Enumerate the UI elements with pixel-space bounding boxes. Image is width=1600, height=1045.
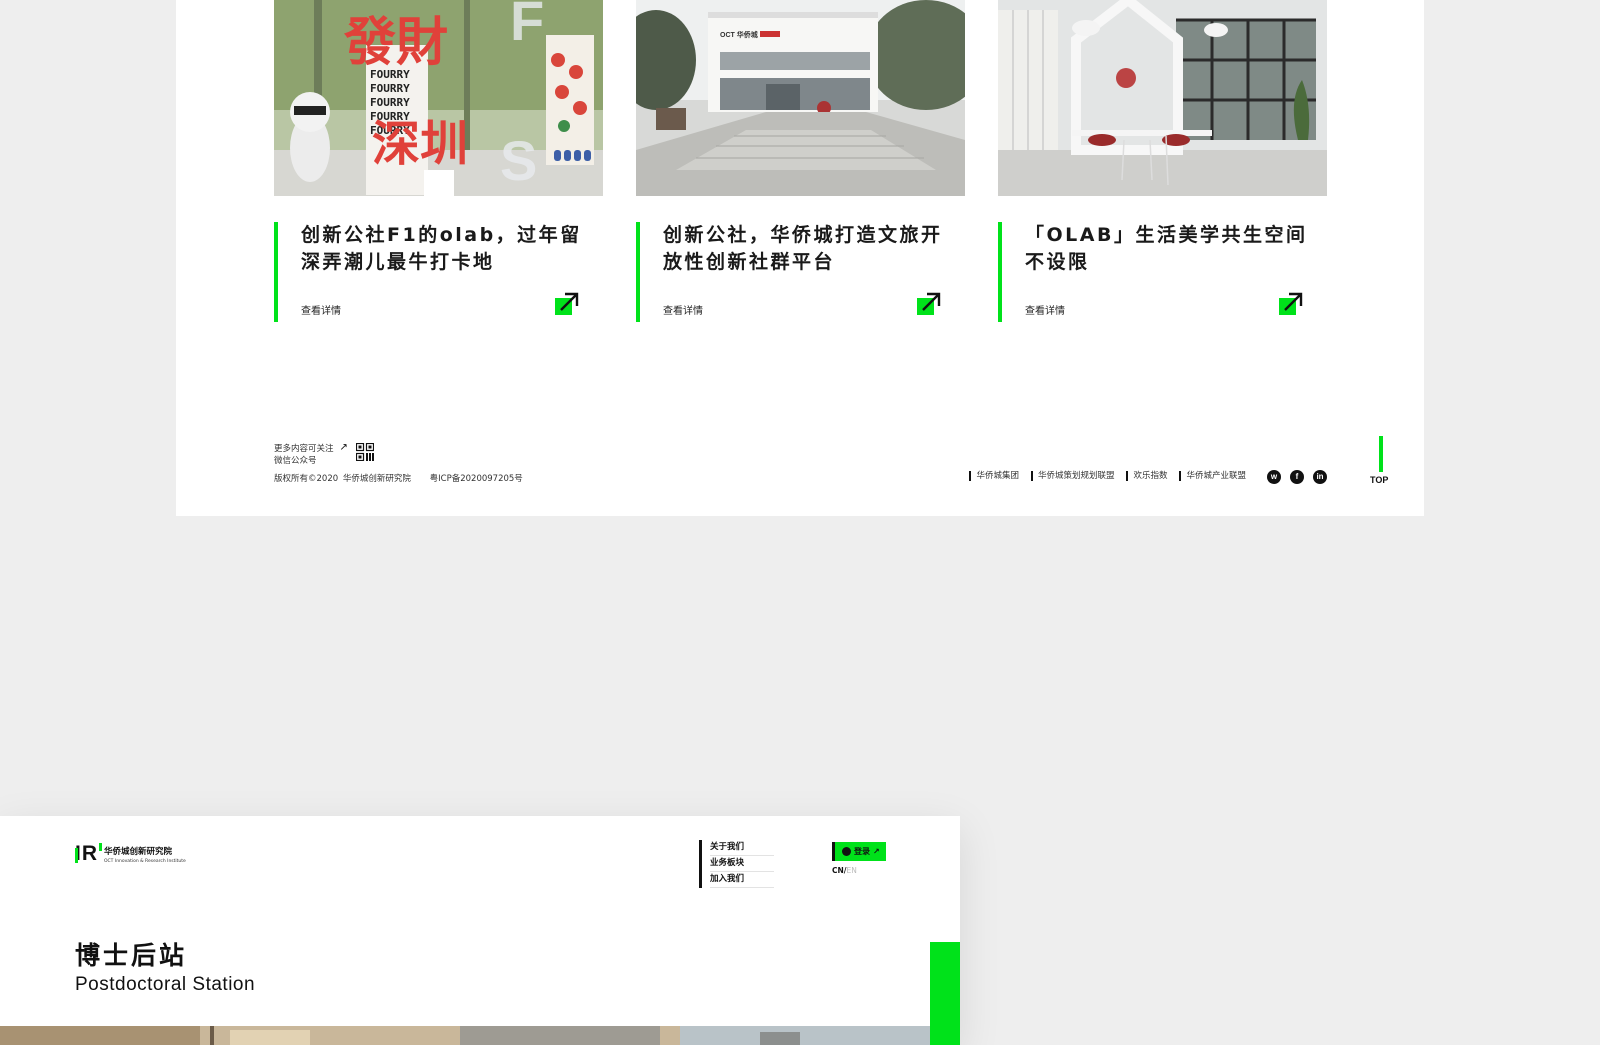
svg-text:S: S [500, 129, 537, 192]
news-section-card: 發財 FOURRY FOURRY FOURRY FOURRY FOURRY 深圳 F … [176, 0, 1424, 516]
icp-number[interactable]: 粤ICP备2020097205号 [430, 474, 523, 484]
logo-accent-tick [99, 843, 102, 851]
lang-cn[interactable]: CN [832, 866, 844, 875]
arrow-up-right-icon: ↗ [873, 847, 880, 856]
article-arrow-button[interactable] [555, 291, 581, 315]
linkedin-icon[interactable]: in [1313, 470, 1327, 484]
article-image-2[interactable]: OCT 华侨城 [636, 0, 965, 196]
arrow-up-right-icon [560, 292, 579, 311]
article-card-2[interactable]: OCT 华侨城 创新公社，华侨城打造文旅开放性创新社群平台 查看详情 [636, 0, 965, 322]
article-title[interactable]: 创新公社，华侨城打造文旅开放性创新社群平台 [663, 222, 965, 276]
svg-text:F: F [510, 0, 544, 52]
page-title: 博士后站 [75, 941, 188, 970]
lang-en[interactable]: EN [847, 866, 857, 875]
article-body-3: 「OLAB」生活美学共生空间不设限 查看详情 [998, 222, 1327, 322]
logo-name-en: OCT Innovation & Research Institute [104, 858, 186, 864]
article-arrow-button[interactable] [917, 291, 943, 315]
svg-text:發財: 發財 [343, 12, 448, 73]
copyright-line: 版权所有©2020 华侨城创新研究院 粤ICP备2020097205号 [274, 472, 523, 484]
svg-text:FOURRY: FOURRY [370, 68, 410, 81]
accent-block [930, 942, 960, 1045]
arrow-up-right-icon: ↗ [339, 442, 348, 453]
wechat-follow[interactable]: 更多内容可关注 微信公众号 ↗ [274, 442, 523, 467]
top-label: TOP [1370, 475, 1389, 485]
nav-join-us[interactable]: 加入我们 [710, 872, 774, 888]
logo-name-cn: 华侨城创新研究院 [104, 846, 173, 857]
login-button[interactable]: 登录 ↗ [832, 842, 886, 861]
footer-link-oct-group[interactable]: 华侨城集团 [969, 471, 1019, 481]
logo-mark: IR [75, 842, 102, 866]
footer-link-industry-alliance[interactable]: 华侨城产业联盟 [1179, 471, 1246, 481]
footer-link-happiness-index[interactable]: 欢乐指数 [1126, 471, 1167, 481]
svg-text:OCT 华侨城: OCT 华侨城 [720, 30, 758, 39]
follow-line-1: 更多内容可关注 [274, 444, 334, 454]
arrow-up-right-icon [922, 292, 941, 311]
page-subtitle: Postdoctoral Station [75, 974, 256, 995]
svg-text:FOURRY: FOURRY [370, 96, 410, 109]
language-switch: CN/EN [832, 866, 857, 875]
article-title[interactable]: 创新公社F1的olab，过年留深弄潮儿最牛打卡地 [301, 222, 603, 276]
view-details-link[interactable]: 查看详情 [1025, 302, 1065, 317]
nav-business[interactable]: 业务板块 [710, 856, 774, 872]
footer-links: 华侨城集团 华侨城策划规划联盟 欢乐指数 华侨城产业联盟 [969, 471, 1246, 481]
hero-image [0, 1026, 930, 1045]
view-details-link[interactable]: 查看详情 [663, 302, 703, 317]
logo-letters: IR [75, 842, 98, 865]
social-links: w f in [1267, 470, 1327, 484]
logo-accent-bar [75, 848, 78, 863]
article-image-1[interactable]: 發財 FOURRY FOURRY FOURRY FOURRY FOURRY 深圳 F … [274, 0, 603, 196]
nav-about-us[interactable]: 关于我们 [710, 840, 774, 856]
article-body-2: 创新公社，华侨城打造文旅开放性创新社群平台 查看详情 [636, 222, 965, 322]
weibo-icon[interactable]: w [1267, 470, 1281, 484]
svg-text:FOURRY: FOURRY [370, 82, 410, 95]
copyright-text: 版权所有©2020 华侨城创新研究院 [274, 474, 411, 484]
view-details-link[interactable]: 查看详情 [301, 302, 341, 317]
logo-text: 华侨城创新研究院 OCT Innovation & Research Insti… [104, 845, 186, 864]
svg-text:深圳: 深圳 [372, 116, 468, 172]
follow-line-2: 微信公众号 [274, 456, 317, 466]
qr-code-icon[interactable] [355, 443, 374, 461]
article-image-3[interactable] [998, 0, 1327, 196]
follow-text: 更多内容可关注 微信公众号 [274, 443, 334, 467]
user-icon [842, 847, 851, 856]
arrow-up-right-icon [1284, 292, 1303, 311]
site-logo[interactable]: IR 华侨城创新研究院 OCT Innovation & Research In… [75, 842, 186, 866]
footer-info: 更多内容可关注 微信公众号 ↗ 版权所有©2020 华侨城创新研究院 粤ICP备… [274, 442, 523, 484]
main-nav: 关于我们 业务板块 加入我们 [699, 840, 774, 888]
back-to-top-button[interactable]: TOP [1370, 436, 1394, 486]
article-list: 發財 FOURRY FOURRY FOURRY FOURRY FOURRY 深圳 F … [274, 0, 1327, 322]
login-label: 登录 [854, 847, 870, 856]
article-arrow-button[interactable] [1279, 291, 1305, 315]
article-card-3[interactable]: 「OLAB」生活美学共生空间不设限 查看详情 [998, 0, 1327, 322]
article-body-1: 创新公社F1的olab，过年留深弄潮儿最牛打卡地 查看详情 [274, 222, 603, 322]
footer-link-planning-alliance[interactable]: 华侨城策划规划联盟 [1030, 471, 1114, 481]
postdoc-page-preview: IR 华侨城创新研究院 OCT Innovation & Research In… [0, 816, 960, 1045]
article-title[interactable]: 「OLAB」生活美学共生空间不设限 [1025, 222, 1327, 276]
facebook-icon[interactable]: f [1290, 470, 1304, 484]
article-card-1[interactable]: 發財 FOURRY FOURRY FOURRY FOURRY FOURRY 深圳 F … [274, 0, 603, 322]
top-bar-icon [1379, 436, 1383, 472]
